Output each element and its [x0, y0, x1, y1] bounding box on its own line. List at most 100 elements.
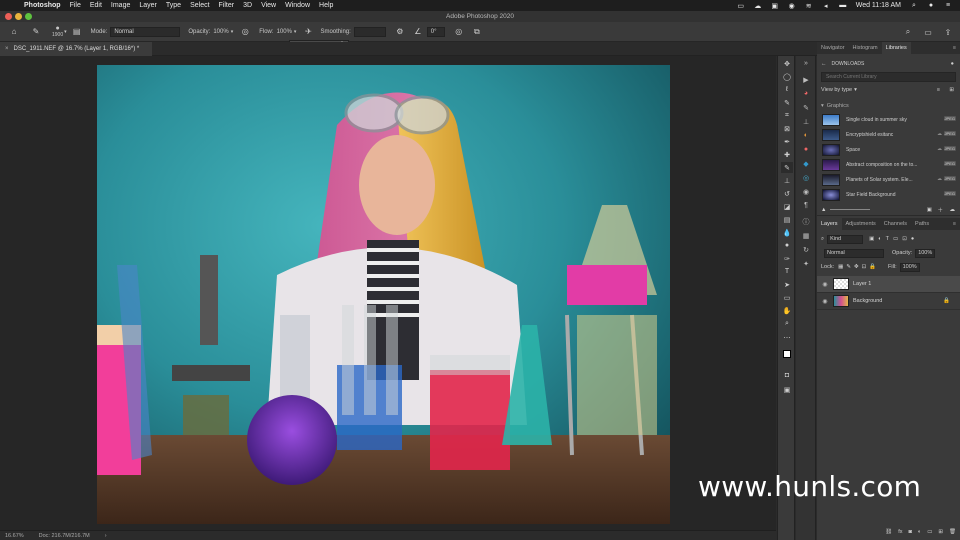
menu-file[interactable]: File: [70, 2, 81, 9]
history-icon[interactable]: ↻: [800, 244, 812, 255]
brush-settings-icon[interactable]: ▤: [71, 26, 83, 38]
zoom-level[interactable]: 16.67%: [5, 533, 24, 539]
color-swatches-icon[interactable]: [781, 348, 793, 359]
cloud-icon[interactable]: ☁: [950, 207, 956, 213]
visibility-eye-icon[interactable]: ◉: [820, 298, 830, 305]
crop-tool-icon[interactable]: ⌗: [781, 110, 793, 121]
panel-menu-icon[interactable]: ≡: [949, 42, 960, 54]
quick-select-tool-icon[interactable]: ✎: [781, 97, 793, 108]
cloud-icon[interactable]: ☁: [754, 2, 762, 10]
trash-icon[interactable]: 🗑: [949, 529, 956, 535]
menu-layer[interactable]: Layer: [139, 2, 157, 9]
canvas-area[interactable]: [0, 56, 776, 530]
thumbnail-size-icon[interactable]: ▲: [821, 207, 826, 213]
mode-select[interactable]: Normal: [110, 26, 181, 37]
edit-toolbar-icon[interactable]: ⋯: [781, 332, 793, 343]
battery-icon[interactable]: ▬: [839, 2, 847, 9]
menu-help[interactable]: Help: [319, 2, 333, 9]
view-by-select[interactable]: View by type: [821, 87, 852, 93]
blur-tool-icon[interactable]: 💧: [781, 227, 793, 238]
chevron-down-icon[interactable]: ▾: [294, 29, 297, 35]
library-search-input[interactable]: Search Current Library: [821, 72, 956, 82]
color-wheel-icon[interactable]: ◕: [800, 88, 812, 99]
adjustment-layer-icon[interactable]: ◐: [918, 529, 921, 535]
flow-value[interactable]: 100%: [277, 29, 292, 35]
angle-field[interactable]: 0°: [426, 26, 445, 37]
menu-view[interactable]: View: [261, 2, 276, 9]
layer-name[interactable]: Background: [853, 298, 882, 304]
zoom-window-button[interactable]: [25, 13, 32, 20]
menu-filter[interactable]: Filter: [219, 2, 235, 9]
mask-icon[interactable]: ◙: [909, 529, 912, 535]
display-icon[interactable]: ▣: [771, 2, 779, 10]
opacity-value[interactable]: 100%: [213, 29, 228, 35]
symmetry-icon[interactable]: ⧉: [471, 26, 483, 38]
menu-select[interactable]: Select: [190, 2, 209, 9]
brush-tool-icon[interactable]: ✎: [781, 162, 793, 173]
angle-icon[interactable]: ∠: [412, 26, 424, 38]
tab-channels[interactable]: Channels: [880, 218, 911, 230]
image-icon[interactable]: ▣: [927, 207, 932, 213]
wifi-icon[interactable]: ≋: [805, 2, 813, 10]
lock-all-icon[interactable]: 🔒: [869, 264, 876, 270]
stamp-tool-icon[interactable]: ⊥: [781, 175, 793, 186]
visibility-eye-icon[interactable]: ◉: [820, 281, 830, 288]
play-icon[interactable]: ▶: [800, 74, 812, 85]
collapse-icon[interactable]: »: [800, 58, 812, 69]
group-icon[interactable]: ▭: [927, 529, 932, 535]
smart-filter-icon[interactable]: ⊡: [902, 236, 907, 242]
filter-toggle-icon[interactable]: ●: [911, 236, 914, 242]
menu-app-name[interactable]: Photoshop: [24, 2, 61, 9]
blend-mode-select[interactable]: Normal: [824, 248, 884, 258]
info-icon[interactable]: ⓘ: [800, 216, 812, 227]
menu-type[interactable]: Type: [166, 2, 181, 9]
kind-select[interactable]: Kind: [827, 234, 864, 244]
gear-icon[interactable]: ⚙: [394, 26, 406, 38]
close-tab-icon[interactable]: ×: [5, 46, 9, 52]
user-icon[interactable]: ●: [927, 2, 935, 9]
volume-icon[interactable]: ◂: [822, 2, 830, 10]
screen-mode-icon[interactable]: ▣: [781, 384, 793, 395]
layer-row-layer-1[interactable]: ◉ Layer 1: [817, 276, 960, 293]
lock-transparent-icon[interactable]: ▦: [838, 264, 843, 270]
brush-preset-picker[interactable]: ● 1900: [52, 25, 63, 38]
ra-icon[interactable]: ◉: [800, 186, 812, 197]
frame-tool-icon[interactable]: ⊠: [781, 123, 793, 134]
document-tab[interactable]: × DSC_1911.NEF @ 16.7% (Layer 1, RGB/16*…: [0, 42, 152, 56]
list-item[interactable]: Encryptshield esitanc ☁ JPEG: [817, 127, 960, 142]
properties-icon[interactable]: ▦: [800, 230, 812, 241]
lock-image-icon[interactable]: ✎: [846, 264, 851, 270]
chevron-down-icon[interactable]: ▾: [231, 29, 234, 35]
status-chevron-icon[interactable]: ›: [105, 533, 107, 539]
list-item[interactable]: Abstract composition on the to... JPEG: [817, 157, 960, 172]
close-window-button[interactable]: [5, 13, 12, 20]
screen-icon[interactable]: ▭: [737, 2, 745, 10]
list-item[interactable]: Star Field Background JPEG: [817, 187, 960, 202]
menu-list-icon[interactable]: ≡: [944, 2, 952, 9]
adjust-filter-icon[interactable]: ◐: [878, 236, 881, 242]
brush-panel-icon[interactable]: ✎: [800, 102, 812, 113]
fx-icon[interactable]: fx: [898, 529, 902, 535]
airbrush-icon[interactable]: ✈: [302, 26, 314, 38]
zoom-tool-icon[interactable]: ⌕: [781, 318, 793, 329]
shape-filter-icon[interactable]: ▭: [893, 236, 898, 242]
lock-status-icon[interactable]: ◉: [788, 2, 796, 10]
eraser-tool-icon[interactable]: ◪: [781, 201, 793, 212]
pattern-icon[interactable]: ◆: [800, 158, 812, 169]
tab-libraries[interactable]: Libraries: [881, 42, 911, 54]
brush-tool-icon[interactable]: ✎: [30, 26, 42, 38]
tab-paths[interactable]: Paths: [911, 218, 933, 230]
layer-row-background[interactable]: ◉ Background 🔒: [817, 293, 960, 310]
workspace-icon[interactable]: ▭: [922, 26, 934, 38]
add-icon[interactable]: ＋: [937, 206, 943, 214]
swatches-icon[interactable]: ●: [800, 144, 812, 155]
search-icon[interactable]: ⌕: [902, 26, 914, 38]
thumbnail-size-slider[interactable]: [830, 209, 871, 210]
tab-navigator[interactable]: Navigator: [817, 42, 849, 54]
lock-position-icon[interactable]: ✥: [854, 264, 859, 270]
lasso-tool-icon[interactable]: ℓ: [781, 84, 793, 95]
link-layers-icon[interactable]: ⛓: [885, 529, 892, 535]
move-tool-icon[interactable]: ✥: [781, 58, 793, 69]
history-brush-icon[interactable]: ↺: [781, 188, 793, 199]
list-item[interactable]: Planets of Solar system. Ele... ☁ JPEG: [817, 172, 960, 187]
